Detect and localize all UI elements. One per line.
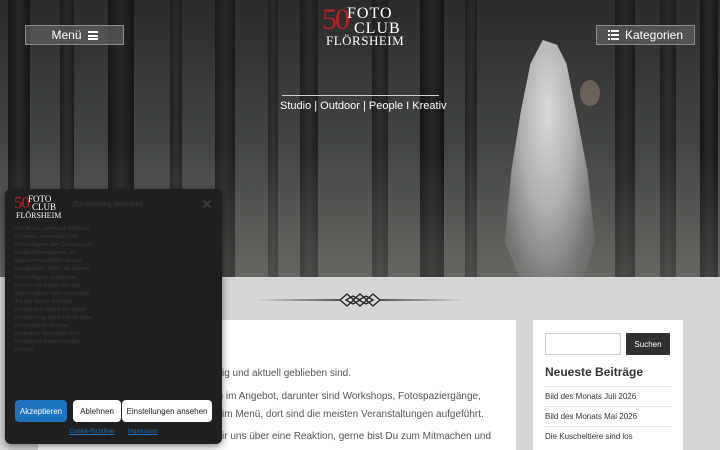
cookie-links: Cookie-Richtlinie Impressum	[5, 429, 222, 435]
accept-button[interactable]: Akzeptieren	[15, 400, 67, 422]
site-logo[interactable]: 50 FOTO CLUB FLÖRSHEIM	[322, 3, 404, 48]
recent-post-link[interactable]: Die Kuscheltiere sind los	[545, 426, 671, 446]
close-icon[interactable]	[202, 199, 212, 209]
recent-post-link[interactable]: Bild des Monats Juli 2026	[545, 386, 671, 406]
menu-button-label: Menü	[51, 28, 82, 42]
tagline: Studio | Outdoor | People I Kreativ	[280, 100, 447, 112]
veiled-face	[580, 80, 600, 106]
menu-button[interactable]: Menü	[25, 25, 124, 45]
veiled-figure	[504, 40, 595, 277]
search-input[interactable]	[545, 333, 621, 355]
hamburger-icon	[87, 30, 98, 40]
cookie-logo-number: 50	[14, 193, 30, 212]
cookie-heading: Zustimmung verwalten	[73, 201, 144, 208]
logo-number: 50	[322, 3, 350, 36]
logo-line-3: FLÖRSHEIM	[326, 33, 405, 48]
tagline-divider	[282, 95, 439, 96]
recent-post-link[interactable]: Bild des Monats Mai 2026	[545, 406, 671, 426]
sidebar: Suchen Neueste Beiträge Bild des Monats …	[533, 320, 683, 450]
cookie-policy-link[interactable]: Cookie-Richtlinie	[69, 429, 114, 435]
cookie-logo-line-3: FLÖRSHEIM	[16, 211, 62, 220]
recent-posts-list: Bild des Monats Juli 2026 Bild des Monat…	[545, 386, 671, 446]
cookie-logo: 50 FOTO CLUB FLÖRSHEIM	[14, 193, 62, 220]
cookie-body-text: Um dir ein optimales Erlebnis zu bieten,…	[14, 226, 93, 354]
categories-button[interactable]: Kategorien	[596, 25, 695, 45]
deny-button[interactable]: Ablehnen	[73, 400, 121, 422]
list-icon	[607, 30, 619, 40]
recent-posts-title: Neueste Beiträge	[545, 365, 644, 379]
cookie-consent-dialog: 50 FOTO CLUB FLÖRSHEIM Zustimmung verwal…	[5, 189, 222, 444]
search-button[interactable]: Suchen	[626, 333, 670, 355]
ornament-divider	[255, 293, 465, 307]
imprint-link[interactable]: Impressum	[128, 429, 158, 435]
view-preferences-button[interactable]: Einstellungen ansehen	[122, 400, 212, 422]
categories-button-label: Kategorien	[624, 28, 684, 42]
page: 50 FOTO CLUB FLÖRSHEIM Menü Kategorien S…	[0, 0, 720, 450]
